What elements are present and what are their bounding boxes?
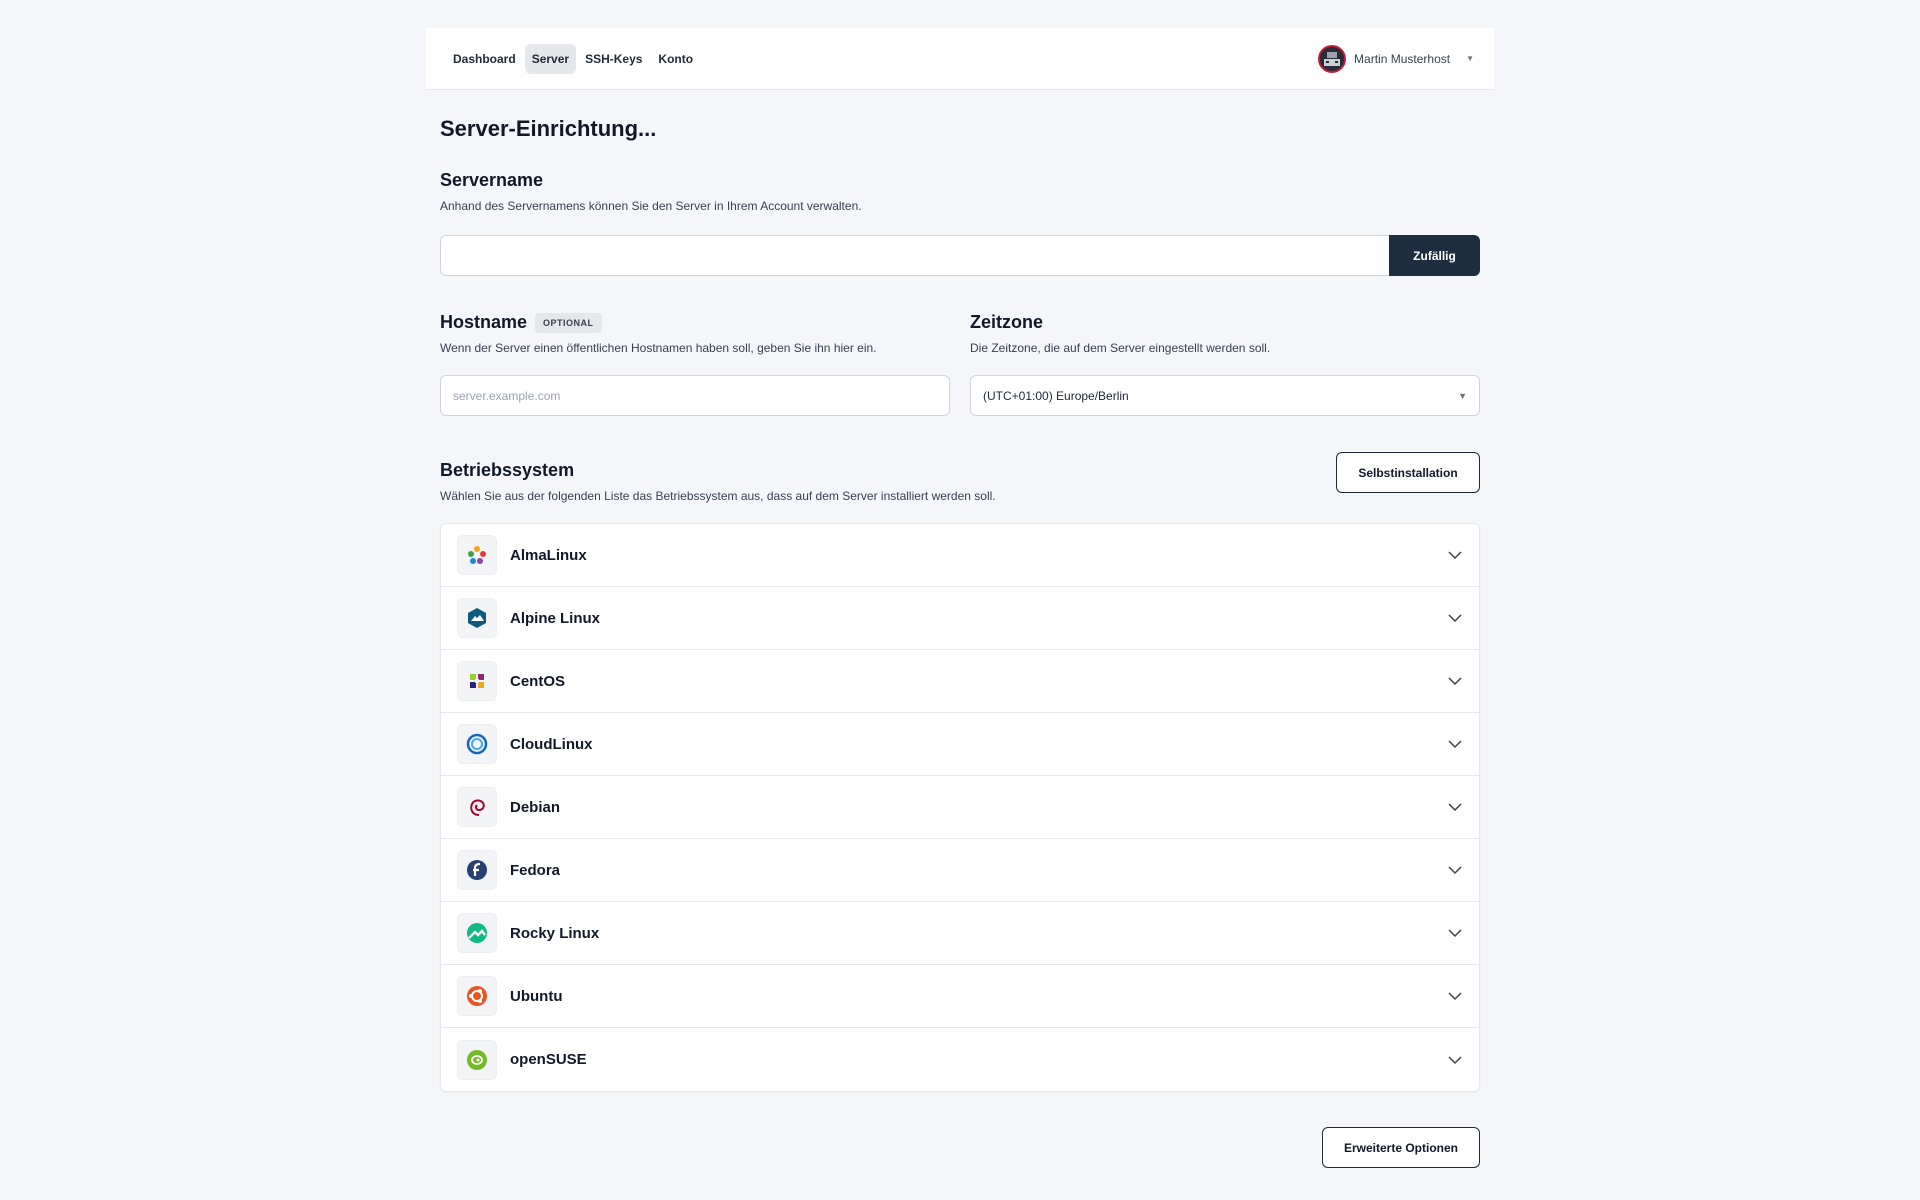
os-item-opensuse[interactable]: openSUSE	[441, 1028, 1479, 1091]
debian-icon	[457, 787, 497, 827]
cloudlinux-icon	[457, 724, 497, 764]
servername-input[interactable]	[440, 235, 1389, 276]
os-section: Betriebssystem Wählen Sie aus der folgen…	[440, 452, 1480, 1092]
centos-icon	[457, 661, 497, 701]
avatar-icon	[1318, 44, 1347, 73]
os-item-centos[interactable]: CentOS	[441, 650, 1479, 713]
caret-down-icon: ▼	[1458, 390, 1467, 401]
os-item-rocky[interactable]: Rocky Linux	[441, 902, 1479, 965]
os-label: CloudLinux	[510, 735, 593, 753]
os-item-fedora[interactable]: Fedora	[441, 839, 1479, 902]
chevron-down-icon	[1448, 677, 1462, 686]
almalinux-icon	[457, 535, 497, 575]
app-container: Dashboard Server SSH-Keys Konto Martin M…	[426, 28, 1494, 1172]
hostname-title: Hostname	[440, 312, 528, 332]
os-title: Betriebssystem	[440, 460, 575, 480]
hostname-input[interactable]: server.example.com	[440, 375, 950, 416]
os-heading: Betriebssystem Wählen Sie aus der folgen…	[440, 460, 996, 503]
ubuntu-icon	[457, 976, 497, 1016]
os-header: Betriebssystem Wählen Sie aus der folgen…	[440, 452, 1480, 503]
caret-down-icon: ▼	[1466, 54, 1474, 63]
nav-konto[interactable]: Konto	[651, 44, 700, 74]
alpine-icon	[457, 598, 497, 638]
chevron-down-icon	[1448, 1055, 1462, 1064]
opensuse-icon	[457, 1039, 497, 1080]
chevron-down-icon	[1448, 740, 1462, 749]
servername-description: Anhand des Servernamens können Sie den S…	[440, 199, 862, 213]
chevron-down-icon	[1448, 614, 1462, 623]
optional-badge: OPTIONAL	[535, 312, 602, 333]
rocky-icon	[457, 913, 497, 953]
user-name: Martin Musterhost	[1354, 51, 1451, 66]
chevron-down-icon	[1448, 551, 1462, 560]
hostname-section: Hostname OPTIONAL Wenn der Server einen …	[440, 312, 950, 416]
servername-row: Zufällig	[440, 235, 1480, 276]
user-menu[interactable]: Martin Musterhost ▼	[1318, 44, 1474, 73]
hostname-heading: Hostname OPTIONAL	[440, 312, 950, 333]
os-label: openSUSE	[510, 1051, 587, 1068]
self-install-button[interactable]: Selbstinstallation	[1336, 452, 1480, 493]
random-name-button[interactable]: Zufällig	[1389, 235, 1480, 276]
os-label: Ubuntu	[510, 987, 563, 1005]
timezone-title: Zeitzone	[970, 312, 1044, 332]
os-item-cloudlinux[interactable]: CloudLinux	[441, 713, 1479, 776]
chevron-down-icon	[1448, 992, 1462, 1001]
nav-server[interactable]: Server	[524, 43, 577, 74]
advanced-options-button[interactable]: Erweiterte Optionen	[1322, 1127, 1480, 1168]
hostname-description: Wenn der Server einen öffentlichen Hostn…	[440, 341, 877, 355]
os-label: Alpine Linux	[510, 609, 600, 627]
nav-ssh-keys[interactable]: SSH-Keys	[578, 44, 649, 74]
chevron-down-icon	[1448, 803, 1462, 812]
fedora-icon	[457, 850, 497, 890]
timezone-description: Die Zeitzone, die auf dem Server eingest…	[970, 341, 1271, 355]
os-item-ubuntu[interactable]: Ubuntu	[441, 965, 1479, 1028]
page-title: Server-Einrichtung...	[440, 116, 657, 141]
host-timezone-row: Hostname OPTIONAL Wenn der Server einen …	[440, 312, 1480, 416]
timezone-value: (UTC+01:00) Europe/Berlin	[983, 388, 1129, 403]
timezone-section: Zeitzone Die Zeitzone, die auf dem Serve…	[970, 312, 1480, 416]
os-label: Fedora	[510, 861, 561, 879]
servername-title: Servername	[440, 170, 544, 190]
os-label: Debian	[510, 798, 561, 816]
main-content: Server-Einrichtung... Servername Anhand …	[426, 116, 1494, 1168]
chevron-down-icon	[1448, 866, 1462, 875]
os-item-almalinux[interactable]: AlmaLinux	[441, 524, 1479, 587]
chevron-down-icon	[1448, 929, 1462, 938]
os-item-debian[interactable]: Debian	[441, 776, 1479, 839]
main-nav: Dashboard Server SSH-Keys Konto	[446, 43, 700, 74]
os-label: AlmaLinux	[510, 546, 587, 564]
timezone-select[interactable]: (UTC+01:00) Europe/Berlin ▼	[970, 375, 1480, 416]
os-item-alpine[interactable]: Alpine Linux	[441, 587, 1479, 650]
top-navigation: Dashboard Server SSH-Keys Konto Martin M…	[426, 28, 1494, 90]
os-label: CentOS	[510, 672, 566, 690]
os-label: Rocky Linux	[510, 924, 600, 942]
servername-section: Servername Anhand des Servernamens könne…	[440, 170, 1480, 276]
os-list: AlmaLinux Alpine Linux CentOS CloudLinux…	[440, 523, 1480, 1092]
os-description: Wählen Sie aus der folgenden Liste das B…	[440, 489, 996, 503]
nav-dashboard[interactable]: Dashboard	[446, 44, 523, 74]
